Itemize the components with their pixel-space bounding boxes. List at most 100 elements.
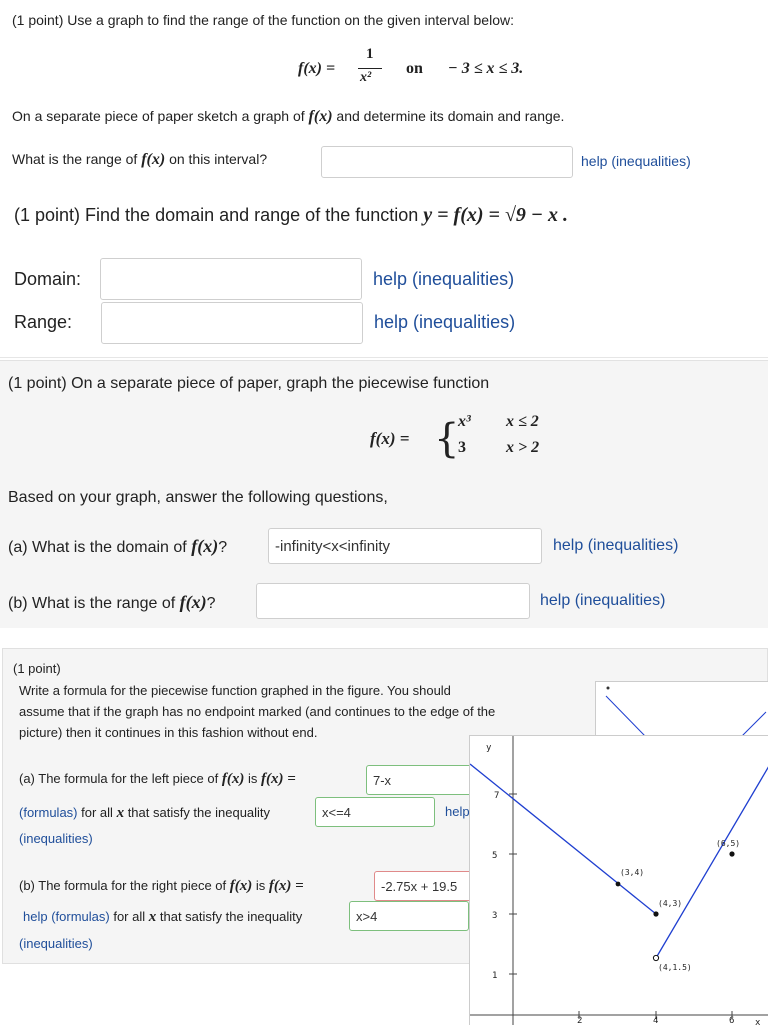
thumbnail-left-line (605, 695, 647, 738)
part-b-label: (b) The formula for the right piece of (19, 878, 227, 893)
case-2-cond: x > 2 (506, 439, 540, 456)
thumbnail-graph[interactable] (595, 681, 768, 743)
part-a-label: (a) The formula for the left piece of (19, 771, 219, 786)
part-b-inequality-text: that satisfy the inequality (159, 909, 303, 924)
problem-1-header: (1 point) Use a graph to find the range … (12, 12, 514, 28)
help-inequalities-a2-link[interactable]: (inequalities) (19, 831, 93, 846)
piecewise-graph-svg: y 7 5 3 1 2 4 6 x (3,4) (4,3) (6,5) (4,1… (470, 736, 768, 1025)
y-tick-label-1: 1 (492, 971, 497, 981)
y-axis-label: y (486, 743, 492, 753)
domain-input[interactable] (100, 258, 362, 300)
question-text: What is the range of (12, 151, 138, 167)
problem-4-header: (1 point) (13, 661, 61, 676)
left-piece-line (470, 763, 657, 915)
instruction-text: On a separate piece of paper sketch a gr… (12, 108, 305, 124)
part-a-eq: f(x) = (260, 771, 296, 787)
point-4-3 (653, 911, 659, 917)
problem-4-line-2: assume that if the graph has no endpoint… (19, 704, 496, 719)
help-inequalities-b2-link[interactable]: (inequalities) (19, 936, 93, 951)
question-fx: f(x) (141, 151, 166, 168)
question-b: (b) What is the range of f(x)? (8, 592, 216, 613)
part-a-for-all: for all (81, 805, 113, 820)
help-inequalities-domain-link[interactable]: help (inequalities) (373, 269, 514, 290)
y-tick-label-5: 5 (492, 851, 497, 861)
piecewise-brace: { (434, 416, 460, 462)
problem-1-question: What is the range of f(x) on this interv… (12, 151, 267, 169)
question-a-text: (a) What is the domain of (8, 539, 187, 556)
help-inequalities-a-link[interactable]: help (inequalities) (553, 537, 678, 555)
help-formulas-a-link[interactable]: (formulas) (19, 805, 78, 820)
problem-3-panel: (1 point) On a separate piece of paper, … (0, 360, 768, 628)
y-tick-label-3: 3 (492, 911, 497, 921)
help-formulas-b-link[interactable]: help (formulas) (23, 909, 110, 924)
case-1-expr: x³ (458, 413, 471, 430)
part-b-is: is (255, 878, 266, 893)
left-inequality-input[interactable]: x<=4 (315, 797, 435, 827)
part-a-inequality-text: that satisfy the inequality (127, 805, 271, 820)
problem-2-panel: (1 point) Find the domain and range of t… (0, 186, 768, 358)
question-b-fx: f(x) (179, 592, 207, 612)
part-b-text: (b) The formula for the right piece of f… (19, 878, 304, 895)
fraction-bar (358, 68, 382, 69)
case-2-expr: 3 (458, 439, 466, 456)
part-a-line-2: (formulas) for all x that satisfy the in… (19, 805, 270, 822)
part-a-fx: f(x) (221, 771, 245, 787)
question-a-fx: f(x) (191, 536, 219, 556)
question-text-end: on this interval? (169, 151, 268, 167)
right-inequality-input[interactable]: x>4 (349, 901, 469, 931)
problem-1-instruction: On a separate piece of paper sketch a gr… (12, 108, 564, 126)
help-inequalities-b-link[interactable]: help (inequalities) (540, 592, 665, 610)
part-a-is: is (247, 771, 258, 786)
fraction-denominator: x² (360, 70, 372, 85)
fraction-numerator: 1 (366, 46, 374, 62)
part-b-fx: f(x) (229, 878, 253, 894)
range-answer-input-b[interactable] (256, 583, 530, 619)
help-inequalities-link[interactable]: help (inequalities) (581, 153, 691, 169)
domain-label: Domain: (14, 269, 82, 289)
piecewise-graph-figure: y 7 5 3 1 2 4 6 x (3,4) (4,3) (6,5) (4,1… (469, 735, 768, 1025)
on-word: on (406, 60, 423, 77)
question-a-mark: ? (218, 539, 228, 556)
problem-4-line-1: Write a formula for the piecewise functi… (19, 683, 451, 698)
range-input[interactable] (101, 302, 363, 344)
question-b-text: (b) What is the range of (8, 595, 176, 612)
range-label: Range: (14, 312, 73, 332)
help-inequalities-a-partial-link[interactable]: help (445, 804, 470, 819)
question-b-mark: ? (206, 595, 216, 612)
piecewise-equation: f(x) = { x³ x ≤ 2 3 x > 2 (370, 411, 570, 467)
part-b-eq: f(x) = (268, 878, 304, 894)
problem-4-line-3: picture) then it continues in this fashi… (19, 725, 318, 740)
question-a: (a) What is the domain of f(x)? (8, 536, 227, 557)
problem-2-header: (1 point) Find the domain and range of t… (14, 204, 568, 227)
thumbnail-graph-svg (605, 686, 767, 742)
part-a-x: x (116, 805, 125, 821)
right-piece-line (655, 766, 768, 959)
part-b-for-all: for all (113, 909, 146, 924)
point-6-5 (729, 851, 735, 857)
domain-answer-input[interactable]: -infinity<x<infinity (268, 528, 542, 564)
instruction-text-end: and determine its domain and range. (336, 108, 565, 124)
interval: − 3 ≤ x ≤ 3. (448, 60, 524, 77)
thumbnail-dot (606, 686, 610, 690)
header-text: (1 point) Find the domain and range of t… (14, 205, 419, 225)
problem-3-header: (1 point) On a separate piece of paper, … (8, 375, 490, 392)
problem-3-based-text: Based on your graph, answer the followin… (8, 489, 388, 506)
label-3-4: (3,4) (620, 868, 644, 877)
piecewise-lhs: f(x) = (370, 429, 410, 448)
case-1-cond: x ≤ 2 (506, 413, 539, 430)
y-tick-label-7: 7 (494, 791, 499, 801)
instruction-fx: f(x) (308, 108, 333, 125)
range-answer-input[interactable] (321, 146, 573, 178)
equation-lhs: f(x) = (298, 60, 336, 77)
problem-1-panel: (1 point) Use a graph to find the range … (0, 0, 768, 186)
point-3-4 (615, 881, 621, 887)
header-equation: y = f(x) = √9 − x . (423, 204, 569, 226)
label-6-5: (6,5) (716, 839, 740, 848)
point-4-1.5-open (652, 954, 660, 962)
part-b-line-2: help (formulas) for all x that satisfy t… (23, 909, 302, 926)
label-4-3: (4,3) (658, 899, 682, 908)
part-a-text: (a) The formula for the left piece of f(… (19, 771, 296, 788)
label-4-1.5: (4,1.5) (658, 963, 692, 972)
help-inequalities-range-link[interactable]: help (inequalities) (374, 312, 515, 333)
part-b-x: x (148, 909, 157, 925)
